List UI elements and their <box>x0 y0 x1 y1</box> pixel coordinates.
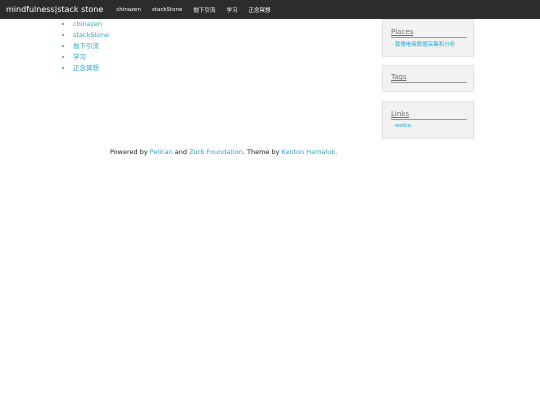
category-link-stackstone[interactable]: stackStone <box>73 31 109 39</box>
category-link-zhengnian-mingxiang[interactable]: 正念冥想 <box>73 64 99 72</box>
list-item: stackStone <box>73 30 364 41</box>
links-widget: Links - weibo <box>382 101 474 139</box>
nav-item-stackstone[interactable]: stackStone <box>152 7 182 13</box>
list-item: 正念冥想 <box>73 63 364 74</box>
site-brand-link[interactable]: mindfulness|stack stone <box>6 5 103 14</box>
kenton-hamaluk-link[interactable]: Kenton Hamaluk <box>282 148 336 156</box>
pelican-link[interactable]: Pelican <box>150 148 173 156</box>
places-heading: Places <box>391 28 414 36</box>
list-item: 抛下引流 <box>73 41 364 52</box>
list-item: 学习 <box>73 52 364 63</box>
tags-divider <box>391 82 467 83</box>
category-link-xuexi[interactable]: 学习 <box>73 53 86 61</box>
nav-item-chinazen[interactable]: chinazen <box>116 7 141 13</box>
places-divider <box>391 37 467 38</box>
links-divider <box>391 119 467 120</box>
nav-item-xuexi[interactable]: 学习 <box>226 6 237 14</box>
footer-text: . Theme by <box>242 148 282 156</box>
top-navigation-bar: mindfulness|stack stone chinazen stackSt… <box>0 0 540 19</box>
tags-widget: Tags <box>382 65 474 92</box>
zurb-foundation-link[interactable]: Zurb Foundation <box>189 148 243 156</box>
category-list: chinazen stackStone 抛下引流 学习 正念冥想 <box>64 19 364 74</box>
tags-heading: Tags <box>391 73 407 81</box>
top-nav-menu: chinazen stackStone 抛下引流 学习 正念冥想 <box>111 6 276 14</box>
category-link-chinazen[interactable]: chinazen <box>73 20 102 28</box>
weibo-link[interactable]: - weibo <box>391 123 411 129</box>
category-link-paoxia-yinliu[interactable]: 抛下引流 <box>73 42 99 50</box>
places-link[interactable]: - 我搜电商数据采集和分析 <box>391 40 455 48</box>
nav-item-paoxia-yinliu[interactable]: 抛下引流 <box>193 6 215 14</box>
footer-text: and <box>172 148 190 156</box>
list-item: chinazen <box>73 19 364 30</box>
footer: Powered by Pelican and Zurb Foundation. … <box>110 148 337 156</box>
links-heading: Links <box>391 110 409 118</box>
footer-text: . <box>335 148 338 156</box>
nav-item-zhengnian-mingxiang[interactable]: 正念冥想 <box>248 6 270 14</box>
places-widget: Places - 我搜电商数据采集和分析 <box>382 19 474 57</box>
footer-text: Powered by <box>110 148 150 156</box>
main-content: chinazen stackStone 抛下引流 学习 正念冥想 <box>64 19 364 74</box>
